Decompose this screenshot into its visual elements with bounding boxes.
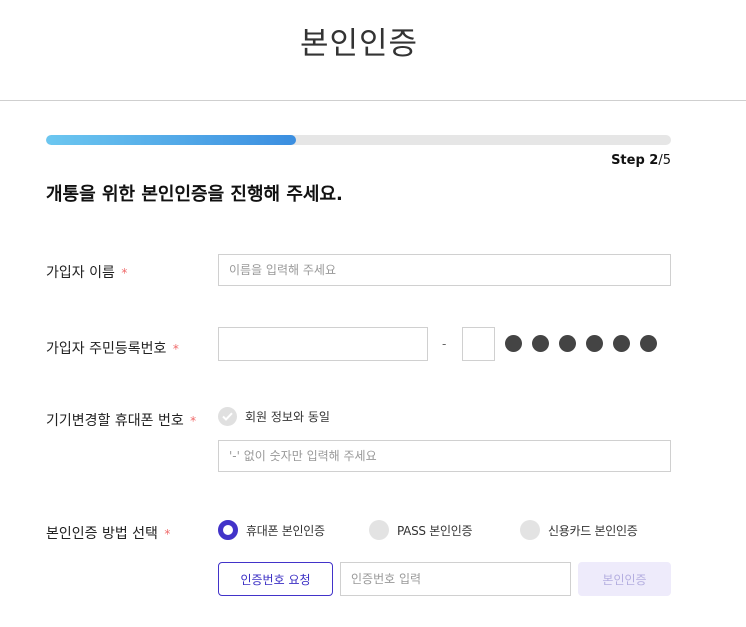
radio-pass-auth[interactable]: PASS 본인인증 bbox=[369, 520, 472, 540]
masked-digit-dot bbox=[505, 335, 522, 352]
step-current: 2 bbox=[649, 153, 659, 168]
auth-method-label-text: 본인인증 방법 선택 bbox=[46, 526, 158, 542]
step-total: /5 bbox=[658, 153, 671, 168]
resident-number-separator: - bbox=[442, 337, 447, 351]
progress-fill bbox=[46, 135, 296, 145]
check-icon bbox=[218, 407, 237, 426]
required-mark: * bbox=[121, 266, 128, 280]
instruction-heading: 개통을 위한 본인인증을 진행해 주세요. bbox=[46, 184, 343, 205]
name-input[interactable] bbox=[218, 254, 671, 286]
phone-input[interactable] bbox=[218, 440, 671, 472]
radio-label: 휴대폰 본인인증 bbox=[246, 523, 325, 538]
masked-digit-dot bbox=[613, 335, 630, 352]
name-label-text: 가입자 이름 bbox=[46, 265, 115, 281]
step-indicator: Step 2/5 bbox=[611, 153, 671, 168]
request-code-button[interactable]: 인증번호 요청 bbox=[218, 562, 333, 596]
progress-bar bbox=[46, 135, 671, 145]
resident-number-front-input[interactable] bbox=[218, 327, 428, 361]
auth-code-input[interactable] bbox=[340, 562, 571, 596]
phone-label-text: 기기변경할 휴대폰 번호 bbox=[46, 413, 184, 429]
page-header: 본인인증 bbox=[0, 0, 746, 101]
auth-method-label: 본인인증 방법 선택 * bbox=[46, 523, 170, 543]
name-label: 가입자 이름 * bbox=[46, 262, 127, 282]
masked-digits bbox=[505, 335, 657, 352]
radio-phone-auth[interactable]: 휴대폰 본인인증 bbox=[218, 520, 325, 540]
masked-digit-dot bbox=[559, 335, 576, 352]
radio-label: PASS 본인인증 bbox=[397, 523, 473, 538]
radio-unselected-icon bbox=[520, 520, 540, 540]
radio-selected-icon bbox=[218, 520, 238, 540]
page-title: 본인인증 bbox=[299, 26, 419, 62]
required-mark: * bbox=[190, 414, 197, 428]
phone-label: 기기변경할 휴대폰 번호 * bbox=[46, 410, 196, 430]
radio-unselected-icon bbox=[369, 520, 389, 540]
verify-button[interactable]: 본인인증 bbox=[578, 562, 671, 596]
required-mark: * bbox=[172, 342, 179, 356]
masked-digit-dot bbox=[532, 335, 549, 352]
masked-digit-dot bbox=[640, 335, 657, 352]
masked-digit-dot bbox=[586, 335, 603, 352]
radio-card-auth[interactable]: 신용카드 본인인증 bbox=[520, 520, 638, 540]
radio-label: 신용카드 본인인증 bbox=[548, 523, 638, 538]
resident-number-back-first-input[interactable] bbox=[462, 327, 495, 361]
step-prefix: Step bbox=[611, 153, 650, 168]
resident-number-label-text: 가입자 주민등록번호 bbox=[46, 341, 167, 357]
resident-number-label: 가입자 주민등록번호 * bbox=[46, 338, 179, 358]
required-mark: * bbox=[164, 527, 171, 541]
same-as-member-label: 회원 정보와 동일 bbox=[245, 410, 330, 424]
same-as-member-checkbox[interactable]: 회원 정보와 동일 bbox=[218, 407, 330, 426]
